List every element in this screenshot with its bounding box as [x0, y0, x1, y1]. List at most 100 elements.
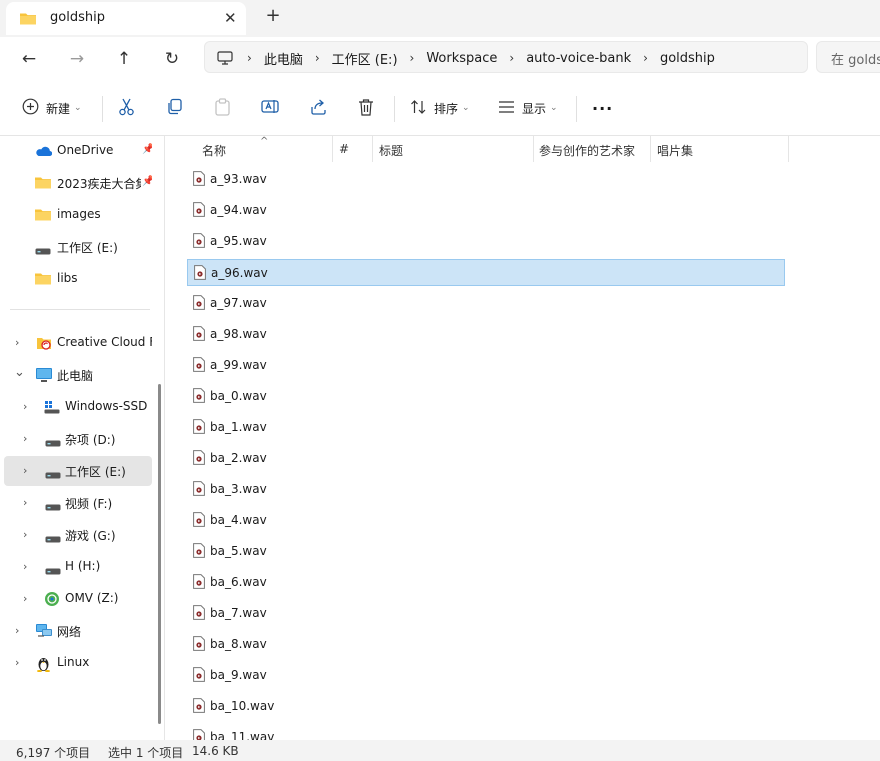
- breadcrumb-separator[interactable]: ›: [309, 51, 326, 65]
- sidebar-item-drive-g[interactable]: › 游戏 (G:): [4, 520, 152, 550]
- new-button[interactable]: 新建 ⌄: [22, 96, 82, 120]
- sidebar-item-onedrive[interactable]: OneDrive 📌: [4, 136, 152, 166]
- breadcrumb-workspace[interactable]: Workspace: [420, 51, 503, 66]
- sidebar-item-2023-collection[interactable]: 2023疾走大合集 📌: [4, 168, 152, 198]
- back-button[interactable]: ←: [15, 45, 43, 73]
- breadcrumb-separator[interactable]: ›: [637, 51, 654, 65]
- column-separator[interactable]: [533, 136, 534, 162]
- file-row[interactable]: ba_3.wav: [187, 476, 785, 503]
- chevron-right-icon[interactable]: ›: [23, 400, 27, 413]
- sidebar-item-network[interactable]: › 网络: [4, 616, 152, 646]
- chevron-right-icon[interactable]: ›: [15, 336, 19, 349]
- file-row[interactable]: ba_7.wav: [187, 600, 785, 627]
- sidebar-item-libs[interactable]: libs: [4, 264, 152, 294]
- sidebar-item-drive-e-quick[interactable]: 工作区 (E:): [4, 232, 152, 262]
- sidebar-scrollbar[interactable]: [158, 384, 161, 724]
- audio-file-icon: [193, 574, 205, 592]
- sidebar-item-images[interactable]: images: [4, 200, 152, 230]
- sidebar-item-label: Linux: [57, 655, 90, 669]
- file-row[interactable]: a_99.wav: [187, 352, 785, 379]
- file-row[interactable]: ba_11.wav: [187, 724, 785, 740]
- chevron-right-icon[interactable]: ›: [23, 560, 27, 573]
- forward-button[interactable]: →: [63, 45, 91, 73]
- chevron-right-icon[interactable]: ›: [15, 624, 19, 637]
- address-bar[interactable]: › 此电脑 › 工作区 (E:) › Workspace › auto-voic…: [204, 41, 808, 73]
- copy-icon: [166, 98, 183, 118]
- share-button[interactable]: [310, 96, 327, 120]
- new-tab-button[interactable]: +: [263, 6, 283, 26]
- breadcrumb-goldship[interactable]: goldship: [654, 51, 721, 66]
- file-row[interactable]: a_98.wav: [187, 321, 785, 348]
- refresh-button[interactable]: ↻: [158, 45, 186, 73]
- sidebar-item-drive-d[interactable]: › 杂项 (D:): [4, 424, 152, 454]
- file-row[interactable]: ba_9.wav: [187, 662, 785, 689]
- close-tab-icon[interactable]: ✕: [224, 10, 237, 26]
- file-row[interactable]: ba_10.wav: [187, 693, 785, 720]
- file-row[interactable]: ba_2.wav: [187, 445, 785, 472]
- chevron-right-icon[interactable]: ›: [15, 656, 19, 669]
- file-row[interactable]: a_94.wav: [187, 197, 785, 224]
- breadcrumb-drive-e[interactable]: 工作区 (E:): [326, 49, 404, 68]
- pin-icon[interactable]: 📌: [142, 176, 152, 187]
- sidebar-item-label: H (H:): [65, 559, 101, 573]
- column-header-number[interactable]: #: [339, 142, 349, 156]
- sidebar-divider: [10, 309, 150, 310]
- column-separator[interactable]: [650, 136, 651, 162]
- sort-button[interactable]: 排序 ⌄: [410, 96, 470, 120]
- breadcrumb-separator[interactable]: ›: [241, 51, 258, 65]
- file-row[interactable]: ba_5.wav: [187, 538, 785, 565]
- column-separator[interactable]: [788, 136, 789, 162]
- chevron-right-icon[interactable]: ›: [23, 496, 27, 509]
- sidebar-item-drive-h[interactable]: › H (H:): [4, 552, 152, 582]
- file-row[interactable]: a_97.wav: [187, 290, 785, 317]
- column-header-album[interactable]: 唱片集: [657, 142, 693, 159]
- more-options-button[interactable]: ···: [592, 96, 613, 120]
- monitor-icon[interactable]: [205, 51, 241, 65]
- sidebar-item-this-pc[interactable]: ⌄ 此电脑: [4, 360, 152, 390]
- breadcrumb-separator[interactable]: ›: [404, 51, 421, 65]
- delete-button[interactable]: [358, 96, 374, 120]
- view-button[interactable]: 显示 ⌄: [498, 96, 558, 120]
- network-drive-icon: [44, 591, 60, 610]
- file-list: 名称 ^ # 标题 参与创作的艺术家 唱片集 a_93.wav a_94.wava…: [165, 136, 880, 740]
- chevron-right-icon[interactable]: ›: [23, 432, 27, 445]
- file-row[interactable]: a_95.wav: [187, 228, 785, 255]
- sidebar-item-drive-c[interactable]: › Windows-SSD (C:): [4, 392, 152, 422]
- trash-icon: [358, 98, 374, 119]
- drive-icon: [45, 564, 61, 578]
- column-header-artists[interactable]: 参与创作的艺术家: [539, 142, 635, 159]
- cut-button[interactable]: [118, 96, 135, 120]
- file-row[interactable]: ba_8.wav: [187, 631, 785, 658]
- column-header-title[interactable]: 标题: [379, 142, 403, 159]
- rename-button[interactable]: [261, 96, 279, 120]
- breadcrumb-this-pc[interactable]: 此电脑: [258, 49, 309, 68]
- pin-icon[interactable]: 📌: [142, 144, 152, 155]
- file-row[interactable]: ba_0.wav: [187, 383, 785, 410]
- breadcrumb-separator[interactable]: ›: [503, 51, 520, 65]
- sidebar-item-label: images: [57, 207, 101, 221]
- sidebar-item-linux[interactable]: › Linux: [4, 648, 152, 678]
- sidebar-item-drive-z[interactable]: › OMV (Z:): [4, 584, 152, 614]
- chevron-down-icon[interactable]: ⌄: [14, 365, 25, 380]
- sidebar-item-drive-f[interactable]: › 视频 (F:): [4, 488, 152, 518]
- file-row[interactable]: a_93.wav: [187, 166, 785, 193]
- copy-button[interactable]: [166, 96, 183, 120]
- search-input[interactable]: 在 golds: [816, 41, 880, 73]
- file-row[interactable]: a_96.wav: [187, 259, 785, 286]
- file-row[interactable]: ba_1.wav: [187, 414, 785, 441]
- file-row[interactable]: ba_4.wav: [187, 507, 785, 534]
- chevron-right-icon[interactable]: ›: [23, 464, 27, 477]
- paste-button[interactable]: [214, 96, 231, 120]
- column-separator[interactable]: [372, 136, 373, 162]
- up-button[interactable]: ↑: [110, 45, 138, 73]
- chevron-right-icon[interactable]: ›: [23, 592, 27, 605]
- breadcrumb-auto-voice-bank[interactable]: auto-voice-bank: [520, 51, 637, 66]
- sidebar-item-creative-cloud[interactable]: › Creative Cloud Files: [4, 328, 152, 358]
- file-row[interactable]: ba_6.wav: [187, 569, 785, 596]
- column-header-name[interactable]: 名称 ^: [202, 136, 268, 159]
- tab-goldship[interactable]: goldship ✕: [6, 2, 246, 35]
- audio-file-icon: [193, 605, 205, 623]
- chevron-right-icon[interactable]: ›: [23, 528, 27, 541]
- column-separator[interactable]: [332, 136, 333, 162]
- sidebar-item-drive-e[interactable]: › 工作区 (E:): [4, 456, 152, 486]
